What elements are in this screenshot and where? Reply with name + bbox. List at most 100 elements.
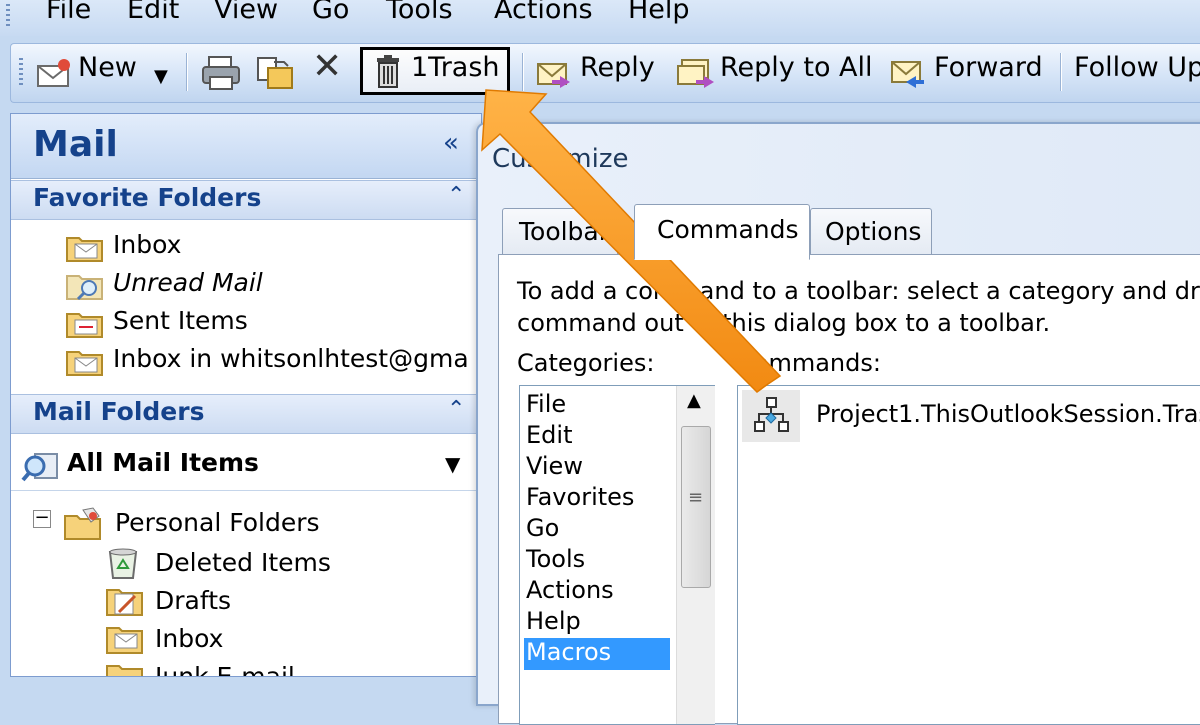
scroll-up-icon[interactable]: ▲ [687, 390, 701, 411]
instructions-line-2: command out of this dialog box to a tool… [517, 309, 1051, 337]
favorite-folders-title: Favorite Folders [33, 183, 262, 212]
reply-all-icon [677, 59, 714, 88]
customize-dialog: Customize Toolbars Commands Options To a… [476, 122, 1200, 725]
collapse-tree-icon[interactable]: − [33, 509, 51, 528]
all-mail-items-selector[interactable]: All Mail Items ▼ [11, 442, 481, 491]
commands-listbox[interactable]: Project1.ThisOutlookSession.Trash [737, 385, 1200, 725]
favorite-sent-items-label: Sent Items [113, 306, 248, 335]
follow-up-button[interactable]: Follow Up [1074, 52, 1200, 83]
tree-junk-email[interactable]: Junk E-mail [105, 660, 475, 676]
favorite-folders-header[interactable]: Favorite Folders ⌃ [11, 180, 481, 220]
navigation-pane: Mail « Favorite Folders ⌃ Inbox Unread M… [10, 113, 482, 677]
tree-inbox-label: Inbox [155, 624, 224, 653]
menu-bar: File Edit View Go Tools Actions Help [0, 0, 1200, 36]
commands-label: Commands: [737, 349, 881, 377]
menu-edit[interactable]: Edit [127, 0, 179, 25]
tab-toolbars[interactable]: Toolbars [502, 208, 622, 256]
trash-button-label: 1Trash [411, 52, 500, 83]
menu-grip[interactable] [6, 4, 10, 28]
inbox-folder-icon [66, 237, 103, 262]
category-macros[interactable]: Macros [524, 638, 670, 670]
favorite-inbox[interactable]: Inbox [65, 230, 475, 266]
forward-icon [891, 61, 924, 88]
nav-pane-header: Mail « [11, 114, 481, 179]
categories-scrollbar[interactable]: ▲ ≡ [676, 386, 715, 724]
deleted-items-label: Deleted Items [155, 548, 331, 577]
categories-listbox[interactable]: ▲ ≡ File Edit View Favorites Go Tools Ac… [519, 385, 715, 725]
reply-icon [537, 63, 570, 88]
sent-items-folder-icon [66, 313, 103, 338]
toolbar-separator [186, 53, 187, 91]
new-button-label: New [78, 52, 137, 83]
search-mail-icon [21, 453, 58, 482]
category-macros-label: Macros [526, 638, 612, 666]
favorite-unread-mail[interactable]: Unread Mail [65, 268, 475, 304]
nav-pane-title: Mail [33, 124, 118, 165]
favorite-inbox-gmail-label: Inbox in whitsonlhtest@gma [113, 344, 469, 373]
forward-button-label: Forward [934, 52, 1043, 83]
collapse-section-icon[interactable]: ⌃ [447, 397, 465, 422]
forward-button[interactable]: Forward [888, 52, 1043, 92]
collapse-pane-icon[interactable]: « [443, 128, 459, 158]
toolbar-separator [522, 53, 523, 91]
tree-personal-folders[interactable]: − Personal Folders [33, 506, 473, 546]
category-view[interactable]: View [526, 452, 583, 480]
favorite-inbox-label: Inbox [113, 230, 182, 259]
favorite-sent-items[interactable]: Sent Items [65, 306, 475, 342]
dialog-title: Customize [492, 144, 629, 174]
tab-options[interactable]: Options [810, 208, 932, 256]
reply-button-label: Reply [580, 52, 655, 83]
all-mail-items-label: All Mail Items [67, 448, 259, 477]
trash-can-icon [377, 55, 399, 88]
tab-commands[interactable]: Commands [634, 204, 810, 260]
tab-toolbars-label: Toolbars [519, 217, 623, 246]
category-tools[interactable]: Tools [526, 545, 585, 573]
menu-view[interactable]: View [214, 0, 278, 25]
category-actions[interactable]: Actions [526, 576, 614, 604]
instructions-line-1: To add a command to a toolbar: select a … [517, 277, 1200, 305]
favorite-inbox-gmail[interactable]: Inbox in whitsonlhtest@gma [65, 344, 475, 380]
tab-commands-label: Commands [657, 215, 799, 244]
reply-button[interactable]: Reply [534, 52, 658, 92]
trash-macro-button[interactable]: 1Trash [360, 47, 510, 95]
mail-folders-header[interactable]: Mail Folders ⌃ [11, 394, 481, 434]
menu-actions[interactable]: Actions [494, 0, 593, 25]
menu-file[interactable]: File [46, 0, 91, 25]
tab-options-label: Options [825, 217, 922, 246]
scrollbar-thumb[interactable]: ≡ [681, 426, 711, 588]
menu-tools[interactable]: Tools [386, 0, 453, 25]
tree-drafts[interactable]: Drafts [105, 584, 475, 622]
personal-folders-label: Personal Folders [115, 508, 320, 537]
tree-deleted-items[interactable]: Deleted Items [105, 546, 475, 584]
commands-tab-panel: To add a command to a toolbar: select a … [498, 254, 1200, 725]
new-mail-icon [37, 59, 70, 87]
move-to-folder-icon[interactable] [254, 52, 296, 92]
category-go[interactable]: Go [526, 514, 559, 542]
delete-icon[interactable]: ✕ [312, 46, 342, 87]
category-favorites[interactable]: Favorites [526, 483, 634, 511]
print-icon[interactable] [200, 52, 242, 92]
tree-inbox[interactable]: Inbox [105, 622, 475, 660]
reply-all-button[interactable]: Reply to All [674, 52, 873, 92]
dropdown-arrow-icon[interactable]: ▼ [445, 452, 460, 476]
category-help[interactable]: Help [526, 607, 581, 635]
inbox-folder-icon [66, 351, 103, 376]
deleted-items-icon [108, 548, 138, 579]
new-button[interactable]: New ▼ [34, 52, 179, 92]
category-file[interactable]: File [526, 390, 566, 418]
command-item[interactable]: Project1.ThisOutlookSession.Trash [742, 390, 1200, 442]
menu-help[interactable]: Help [628, 0, 690, 25]
menu-go[interactable]: Go [312, 0, 349, 25]
junk-folder-icon [106, 665, 143, 676]
toolbar-separator [1060, 53, 1061, 91]
categories-label: Categories: [517, 349, 655, 377]
inbox-folder-icon [106, 627, 143, 654]
scroll-grip-icon: ≡ [688, 487, 704, 508]
category-edit[interactable]: Edit [526, 421, 572, 449]
command-label: Project1.ThisOutlookSession.Trash [816, 400, 1200, 428]
toolbar-grip[interactable] [19, 58, 23, 88]
collapse-section-icon[interactable]: ⌃ [447, 183, 465, 208]
dropdown-arrow-icon[interactable]: ▼ [154, 66, 168, 87]
favorite-unread-mail-label: Unread Mail [113, 268, 263, 297]
drafts-label: Drafts [155, 586, 232, 615]
